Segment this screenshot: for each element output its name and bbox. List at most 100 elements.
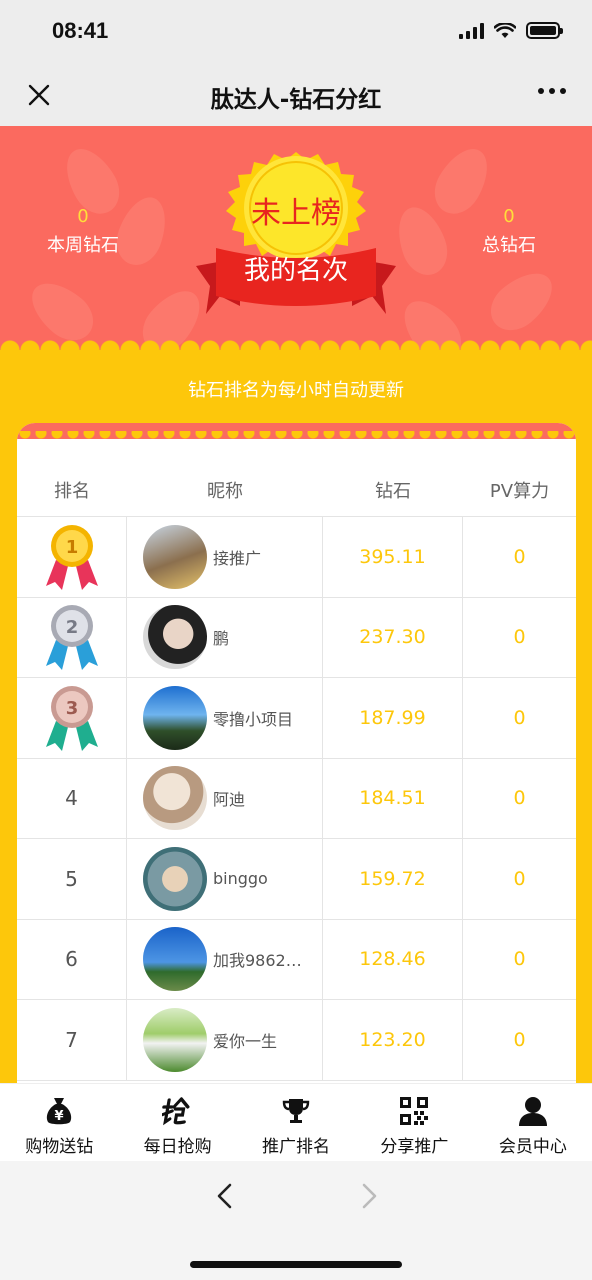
table-row[interactable]: 1 接推广 395.11 0 — [17, 517, 576, 598]
table-row[interactable]: 6 加我9862… 128.46 0 — [17, 919, 576, 1000]
nickname-cell: 接推广 — [127, 517, 323, 597]
table-body: 1 接推广 395.11 0 2 鹏 237.30 0 3 零撸小项目 187.… — [17, 517, 576, 1081]
diamonds-value: 184.51 — [323, 758, 463, 838]
more-icon[interactable] — [538, 88, 566, 94]
rank-number: 4 — [17, 758, 127, 838]
rank-cell: 1 — [17, 517, 127, 597]
table-row[interactable]: 3 零撸小项目 187.99 0 — [17, 678, 576, 759]
rank-badge-graphic — [196, 152, 396, 314]
tab-label: 会员中心 — [498, 1137, 567, 1157]
weekly-diamonds-value: 0 — [77, 206, 89, 227]
header-diamonds: 钻石 — [375, 480, 411, 502]
header-pv: PV算力 — [489, 480, 550, 502]
diamonds-value: 159.72 — [323, 839, 463, 919]
rank-badge: 未上榜 我的名次 — [186, 146, 406, 326]
svg-text:1: 1 — [65, 537, 78, 558]
rank-number: 7 — [17, 1000, 127, 1080]
pv-value: 0 — [513, 787, 526, 810]
diamonds-value: 395.11 — [323, 517, 463, 597]
update-notice: 钻石排名为每小时自动更新 — [188, 380, 404, 401]
qr-code-icon — [397, 1094, 431, 1128]
status-time: 08:41 — [52, 18, 109, 43]
rank-ribbon-label: 我的名次 — [243, 256, 348, 286]
nickname: 接推广 — [213, 548, 262, 568]
rank-cell: 2 — [17, 597, 127, 677]
nickname: 鹏 — [213, 629, 230, 649]
user-icon — [516, 1094, 550, 1128]
pv-value: 0 — [513, 867, 526, 890]
diamonds-value: 187.99 — [323, 678, 463, 758]
table-row[interactable]: 4 阿迪 184.51 0 — [17, 758, 576, 839]
nickname: 零撸小项目 — [213, 709, 294, 729]
table-header: 排名 昵称 钻石 PV算力 — [17, 463, 576, 517]
avatar — [143, 605, 207, 670]
scallop-border — [0, 340, 592, 360]
pv-value: 0 — [513, 545, 526, 568]
weekly-diamonds: 0 本周钻石 — [18, 206, 148, 257]
tab-label: 分享推广 — [380, 1137, 449, 1157]
nickname-cell: 加我9862… — [127, 919, 323, 999]
nickname: 爱你一生 — [213, 1031, 278, 1051]
tab-promotion-ranking[interactable]: 推广排名 — [237, 1084, 355, 1161]
nickname-cell: 阿迪 — [127, 758, 323, 838]
tab-label: 每日抢购 — [143, 1137, 212, 1157]
header-rank: 排名 — [54, 480, 90, 502]
tab-bar: ¥ 购物送钻 每日抢购 推广排名 分享推广 会员中心 — [0, 1083, 592, 1161]
pv-value: 0 — [513, 948, 526, 971]
svg-text:2: 2 — [65, 617, 78, 638]
table-row[interactable]: 7 爱你一生 123.20 0 — [17, 1000, 576, 1081]
tab-share-promote[interactable]: 分享推广 — [355, 1084, 473, 1161]
tab-label: 购物送钻 — [25, 1137, 94, 1157]
tab-member-center[interactable]: 会员中心 — [474, 1084, 592, 1161]
avatar — [143, 685, 207, 750]
rank-cell: 3 — [17, 678, 127, 758]
pv-value: 0 — [513, 626, 526, 649]
weekly-diamonds-label: 本周钻石 — [47, 235, 119, 256]
total-diamonds: 0 总钻石 — [444, 206, 574, 257]
nickname: 加我9862… — [213, 951, 302, 971]
diamonds-value: 128.46 — [323, 919, 463, 999]
back-arrow-icon[interactable] — [212, 1181, 238, 1211]
page-title: 肽达人-钻石分红 — [210, 87, 382, 113]
money-bag-icon: ¥ — [42, 1094, 76, 1128]
hero-banner: 0 本周钻石 0 总钻石 未上榜 我的名次 — [0, 126, 592, 350]
home-indicator — [190, 1261, 402, 1268]
svg-text:3: 3 — [65, 698, 78, 719]
avatar — [143, 766, 207, 831]
signal-icon — [459, 22, 484, 39]
nickname: binggo — [213, 869, 268, 889]
avatar — [143, 1007, 207, 1072]
table-row[interactable]: 2 鹏 237.30 0 — [17, 597, 576, 678]
avatar — [143, 846, 207, 911]
header-nickname: 昵称 — [207, 480, 243, 502]
pv-value: 0 — [513, 1028, 526, 1051]
bronze-medal-icon: 3 — [45, 685, 98, 751]
wifi-icon — [494, 22, 516, 38]
diamonds-value: 237.30 — [323, 597, 463, 677]
tab-shopping-diamonds[interactable]: ¥ 购物送钻 — [0, 1084, 118, 1161]
grab-icon — [161, 1094, 195, 1128]
tab-daily-deals[interactable]: 每日抢购 — [118, 1084, 236, 1161]
status-bar: 08:41 — [0, 0, 592, 64]
status-icons — [459, 22, 563, 39]
rank-status: 未上榜 — [251, 196, 341, 231]
battery-icon — [526, 22, 563, 39]
forward-arrow-icon[interactable] — [356, 1181, 382, 1211]
total-diamonds-label: 总钻石 — [482, 235, 536, 256]
table-row[interactable]: 5 binggo 159.72 0 — [17, 839, 576, 920]
tab-label: 推广排名 — [262, 1137, 331, 1157]
browser-toolbar — [0, 1161, 592, 1280]
rank-number: 6 — [17, 919, 127, 999]
gold-medal-icon: 1 — [45, 524, 98, 590]
silver-medal-icon: 2 — [45, 605, 98, 671]
trophy-icon — [279, 1094, 313, 1128]
nickname-cell: binggo — [127, 839, 323, 919]
pv-value: 0 — [513, 706, 526, 729]
total-diamonds-value: 0 — [503, 206, 515, 227]
nickname-cell: 爱你一生 — [127, 1000, 323, 1080]
nav-bar: 肽达人-钻石分红 — [0, 64, 592, 126]
nickname-cell: 零撸小项目 — [127, 678, 323, 758]
nickname: 阿迪 — [213, 790, 246, 810]
avatar — [143, 927, 207, 992]
nickname-cell: 鹏 — [127, 597, 323, 677]
